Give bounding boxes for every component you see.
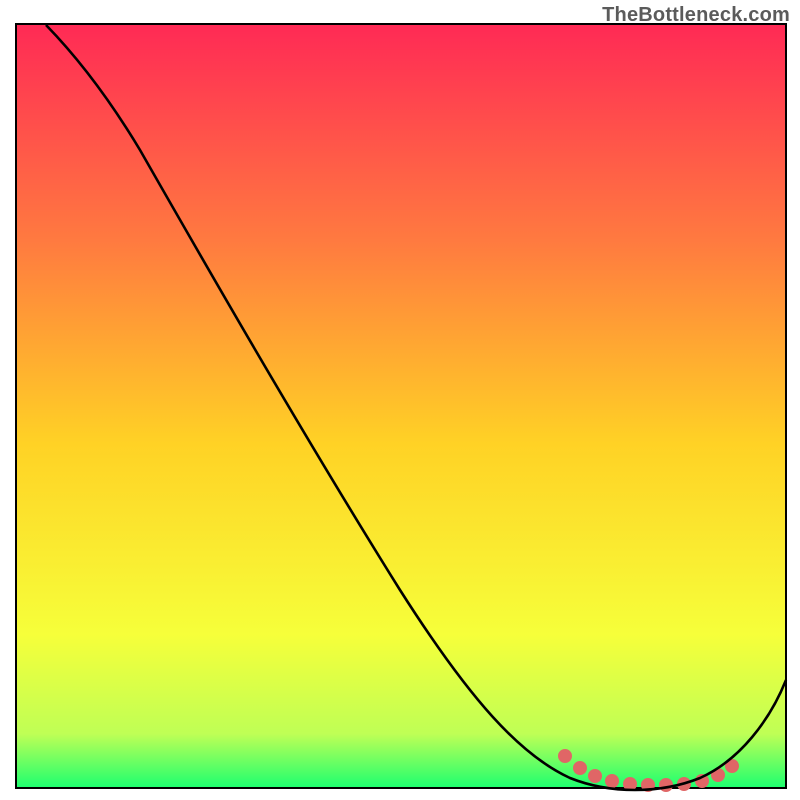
bottleneck-chart: [0, 0, 800, 800]
watermark-text: TheBottleneck.com: [602, 4, 790, 27]
